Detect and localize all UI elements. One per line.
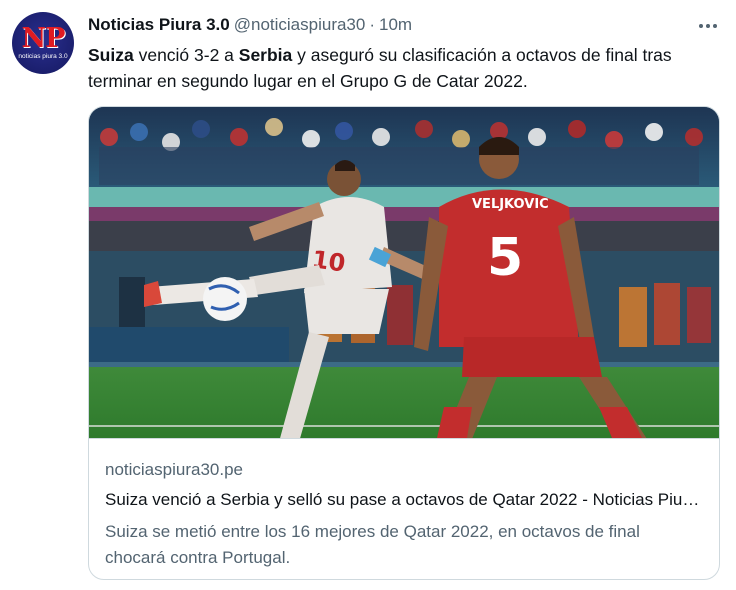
tweet-text-bold-suiza: Suiza — [88, 45, 134, 65]
tweet-text: Suiza venció 3-2 a Serbia y aseguró su c… — [88, 42, 724, 94]
jersey-name-label: VELJKOVIC — [472, 197, 549, 212]
football-match-photo: 10 VELJKOVIC 5 — [89, 107, 719, 438]
tweet-text-segment: venció 3-2 a — [133, 45, 239, 65]
avatar-logo-caption: noticias piura 3.0 — [18, 53, 68, 60]
account-handle[interactable]: @noticiaspiura30 — [234, 15, 366, 35]
tweet-timestamp[interactable]: 10m — [379, 15, 412, 35]
link-card-title: Suiza venció a Serbia y selló su pase a … — [105, 490, 703, 509]
account-name[interactable]: Noticias Piura 3.0 — [88, 15, 230, 35]
more-icon-dot — [713, 24, 717, 28]
tweet[interactable]: NP noticias piura 3.0 Noticias Piura 3.0… — [0, 0, 736, 590]
avatar-logo-mark: NP — [21, 23, 66, 54]
more-options-button[interactable] — [694, 12, 722, 40]
link-card-description: Suiza se metió entre los 16 mejores de Q… — [105, 522, 640, 567]
jersey-number-label: 5 — [487, 228, 523, 288]
link-card-image[interactable]: 10 VELJKOVIC 5 — [89, 107, 719, 438]
more-icon-dot — [699, 24, 703, 28]
link-card[interactable]: 10 VELJKOVIC 5 noticiaspiura30.pe Suiza … — [88, 106, 720, 580]
link-card-info[interactable]: noticiaspiura30.pe Suiza venció a Serbia… — [89, 438, 719, 579]
more-icon-dot — [706, 24, 710, 28]
account-avatar[interactable]: NP noticias piura 3.0 — [12, 12, 74, 74]
tweet-header: Noticias Piura 3.0 @noticiaspiura30 · 10… — [88, 14, 412, 36]
separator-dot: · — [369, 15, 376, 34]
link-card-domain: noticiaspiura30.pe — [105, 460, 243, 479]
tweet-text-bold-serbia: Serbia — [238, 45, 293, 65]
